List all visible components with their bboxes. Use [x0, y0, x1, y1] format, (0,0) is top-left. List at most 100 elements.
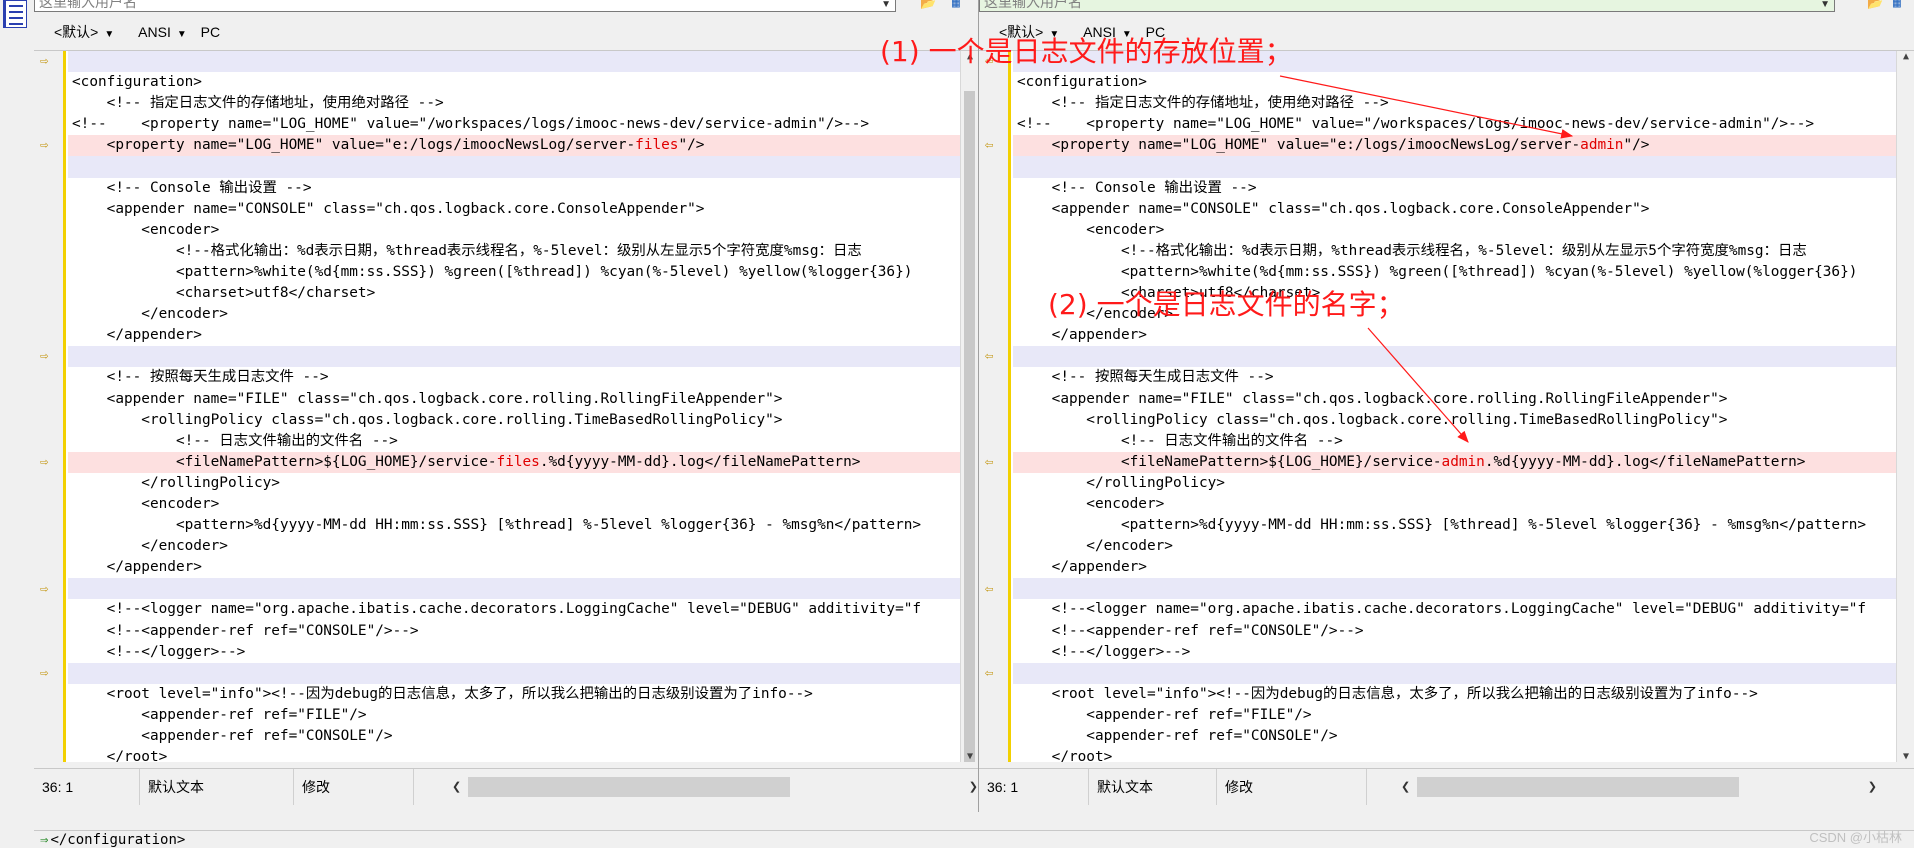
- code-line[interactable]: <appender name="FILE" class="ch.qos.logb…: [68, 389, 960, 410]
- code-line[interactable]: <configuration>: [68, 72, 960, 93]
- copy-right-arrow-icon[interactable]: ⇨: [40, 663, 58, 684]
- right-horizontal-scrollbar[interactable]: ❮ ❯: [1399, 775, 1879, 799]
- code-line[interactable]: <encoder>: [1013, 220, 1896, 241]
- code-line[interactable]: <!-- 指定日志文件的存储地址，使用绝对路径 -->: [1013, 93, 1896, 114]
- code-line[interactable]: <!-- Console 输出设置 -->: [1013, 178, 1896, 199]
- code-line[interactable]: [1013, 662, 1896, 684]
- copy-right-arrow-icon[interactable]: ⇨: [40, 346, 58, 367]
- code-line[interactable]: <!--<appender-ref ref="CONSOLE"/>-->: [1013, 621, 1896, 642]
- code-line[interactable]: <configuration>: [1013, 72, 1896, 93]
- copy-left-arrow-icon[interactable]: ⇦: [985, 663, 1003, 684]
- code-line[interactable]: </appender>: [68, 557, 960, 578]
- code-line[interactable]: </encoder>: [68, 536, 960, 557]
- right-code-area[interactable]: <configuration> <!-- 指定日志文件的存储地址，使用绝对路径 …: [1013, 51, 1896, 762]
- code-line[interactable]: <encoder>: [68, 220, 960, 241]
- scroll-down-icon[interactable]: ▼: [1897, 751, 1914, 762]
- left-scroll-thumb[interactable]: [964, 91, 975, 762]
- folder-open-icon[interactable]: 📂: [1867, 0, 1883, 11]
- code-line[interactable]: <appender name="CONSOLE" class="ch.qos.l…: [1013, 199, 1896, 220]
- left-charset-select[interactable]: ANSI ▼: [128, 24, 187, 40]
- scroll-right-icon[interactable]: ❯: [1868, 775, 1877, 799]
- list-icon[interactable]: [3, 0, 27, 28]
- code-line[interactable]: </appender>: [1013, 325, 1896, 346]
- code-line[interactable]: <!-- 日志文件输出的文件名 -->: [1013, 431, 1896, 452]
- code-line[interactable]: <appender-ref ref="FILE"/>: [68, 705, 960, 726]
- code-line[interactable]: </encoder>: [68, 304, 960, 325]
- copy-right-arrow-icon[interactable]: ⇨: [40, 135, 58, 156]
- left-newline-label[interactable]: PC: [201, 24, 220, 40]
- copy-left-arrow-icon[interactable]: ⇦: [985, 135, 1003, 156]
- code-line[interactable]: <appender name="FILE" class="ch.qos.logb…: [1013, 389, 1896, 410]
- code-line[interactable]: <!--格式化输出：%d表示日期，%thread表示线程名，%-5level：级…: [1013, 241, 1896, 262]
- code-line[interactable]: <root level="info"><!--因为debug的日志信息，太多了，…: [1013, 684, 1896, 705]
- scroll-down-icon[interactable]: ▼: [961, 751, 978, 762]
- code-line[interactable]: <appender-ref ref="CONSOLE"/>: [68, 726, 960, 747]
- left-hscroll-thumb[interactable]: [468, 777, 790, 797]
- left-vertical-scrollbar[interactable]: ▲ ▼: [960, 51, 978, 762]
- copy-left-arrow-icon[interactable]: ⇦: [985, 346, 1003, 367]
- code-line[interactable]: [68, 662, 960, 684]
- code-line[interactable]: <!-- 指定日志文件的存储地址，使用绝对路径 -->: [68, 93, 960, 114]
- save-icon[interactable]: ▦: [1893, 0, 1901, 11]
- copy-left-arrow-icon[interactable]: ⇦: [985, 452, 1003, 473]
- code-line[interactable]: </root>: [68, 747, 960, 762]
- scroll-up-icon[interactable]: ▲: [1897, 51, 1914, 62]
- copy-left-arrow-icon[interactable]: ⇦: [985, 579, 1003, 600]
- code-line[interactable]: <encoder>: [68, 494, 960, 515]
- code-line[interactable]: </rollingPolicy>: [68, 473, 960, 494]
- code-line[interactable]: [68, 578, 960, 600]
- code-line[interactable]: </appender>: [1013, 557, 1896, 578]
- left-editor[interactable]: <configuration> <!-- 指定日志文件的存储地址，使用绝对路径 …: [34, 50, 978, 762]
- code-line[interactable]: <charset>utf8</charset>: [68, 283, 960, 304]
- scroll-left-icon[interactable]: ❮: [452, 775, 461, 799]
- right-path-input[interactable]: 这里输入用户名 ▼: [979, 0, 1835, 12]
- code-line[interactable]: <!--<logger name="org.apache.ibatis.cach…: [68, 599, 960, 620]
- code-line[interactable]: <appender-ref ref="CONSOLE"/>: [1013, 726, 1896, 747]
- code-line[interactable]: <fileNamePattern>${LOG_HOME}/service-fil…: [68, 451, 960, 473]
- copy-right-arrow-icon[interactable]: ⇨: [40, 452, 58, 473]
- copy-right-arrow-icon[interactable]: ⇨: [40, 51, 58, 72]
- code-line[interactable]: <!-- 按照每天生成日志文件 -->: [1013, 367, 1896, 388]
- code-line[interactable]: [1013, 578, 1896, 600]
- code-line[interactable]: <property name="LOG_HOME" value="e:/logs…: [68, 135, 960, 157]
- left-path-input[interactable]: 这里输入用户名 ▼: [34, 0, 896, 12]
- code-line[interactable]: </root>: [1013, 747, 1896, 762]
- folder-open-icon[interactable]: 📂: [920, 0, 936, 11]
- right-vertical-scrollbar[interactable]: ▲ ▼: [1896, 51, 1914, 762]
- code-line[interactable]: [68, 346, 960, 368]
- code-line[interactable]: <rollingPolicy class="ch.qos.logback.cor…: [1013, 410, 1896, 431]
- code-line[interactable]: <appender name="CONSOLE" class="ch.qos.l…: [68, 199, 960, 220]
- code-line[interactable]: [68, 51, 960, 73]
- code-line[interactable]: <!-- 日志文件输出的文件名 -->: [68, 431, 960, 452]
- right-editor[interactable]: <configuration> <!-- 指定日志文件的存储地址，使用绝对路径 …: [979, 50, 1914, 762]
- code-line[interactable]: <pattern>%d{yyyy-MM-dd HH:mm:ss.SSS} [%t…: [1013, 515, 1896, 536]
- save-icon[interactable]: ▦: [952, 0, 960, 11]
- chevron-down-icon[interactable]: ▼: [1820, 0, 1830, 14]
- code-line[interactable]: [1013, 346, 1896, 368]
- copy-right-arrow-icon[interactable]: ⇨: [40, 579, 58, 600]
- code-line[interactable]: <appender-ref ref="FILE"/>: [1013, 705, 1896, 726]
- scroll-right-icon[interactable]: ❯: [969, 775, 978, 799]
- code-line[interactable]: <!-- 按照每天生成日志文件 -->: [68, 367, 960, 388]
- chevron-down-icon[interactable]: ▼: [881, 0, 891, 14]
- left-syntax-select[interactable]: <默认> ▼: [44, 24, 114, 40]
- code-line[interactable]: <pattern>%d{yyyy-MM-dd HH:mm:ss.SSS} [%t…: [68, 515, 960, 536]
- code-line[interactable]: [1013, 156, 1896, 178]
- merged-output-bar[interactable]: ⇒ </configuration>: [34, 830, 1914, 848]
- code-line[interactable]: <!-- Console 输出设置 -->: [68, 178, 960, 199]
- code-line[interactable]: <root level="info"><!--因为debug的日志信息，太多了，…: [68, 684, 960, 705]
- code-line[interactable]: </encoder>: [1013, 536, 1896, 557]
- scroll-left-icon[interactable]: ❮: [1401, 775, 1410, 799]
- code-line[interactable]: <!--<appender-ref ref="CONSOLE"/>-->: [68, 621, 960, 642]
- code-line[interactable]: <!--<logger name="org.apache.ibatis.cach…: [1013, 599, 1896, 620]
- code-line[interactable]: </appender>: [68, 325, 960, 346]
- code-line[interactable]: <fileNamePattern>${LOG_HOME}/service-adm…: [1013, 451, 1896, 473]
- code-line[interactable]: <rollingPolicy class="ch.qos.logback.cor…: [68, 410, 960, 431]
- left-horizontal-scrollbar[interactable]: ❮ ❯: [450, 775, 980, 799]
- code-line[interactable]: <!-- <property name="LOG_HOME" value="/w…: [1013, 114, 1896, 135]
- code-line[interactable]: <!-- <property name="LOG_HOME" value="/w…: [68, 114, 960, 135]
- code-line[interactable]: <!--</logger>-->: [68, 642, 960, 663]
- code-line[interactable]: <pattern>%white(%d{mm:ss.SSS}) %green([%…: [68, 262, 960, 283]
- code-line[interactable]: <property name="LOG_HOME" value="e:/logs…: [1013, 135, 1896, 157]
- code-line[interactable]: </rollingPolicy>: [1013, 473, 1896, 494]
